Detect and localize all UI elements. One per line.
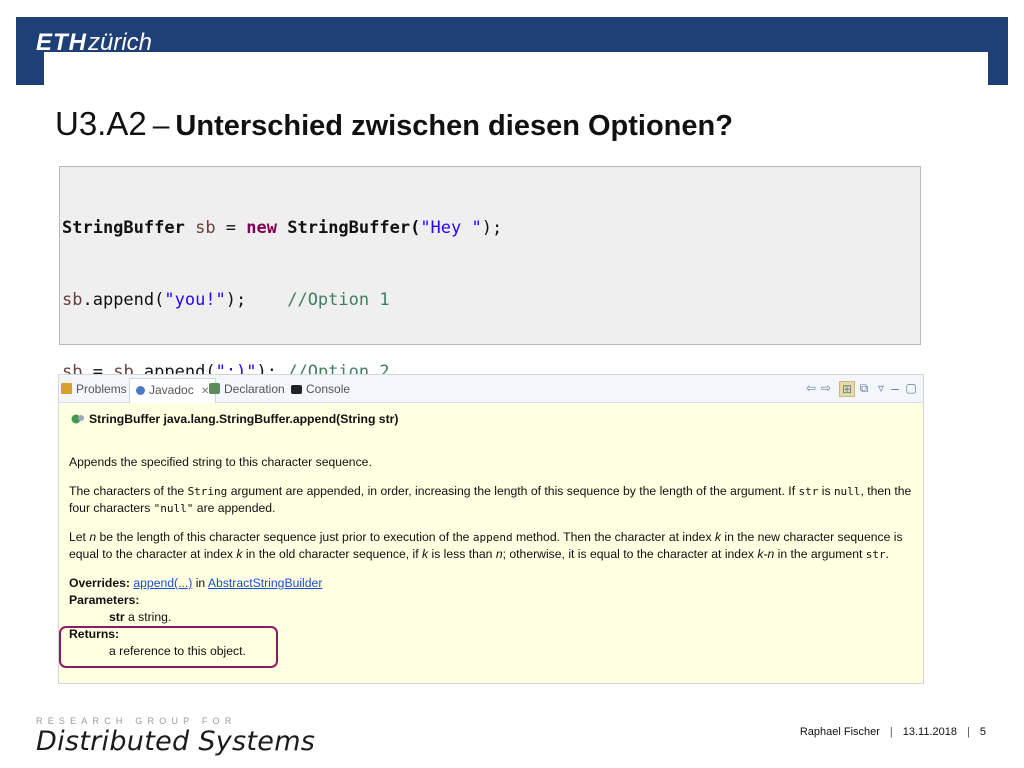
maximize-icon[interactable]: ▢	[904, 381, 918, 395]
header-notch	[44, 52, 988, 85]
forward-icon[interactable]: ⇨	[819, 381, 833, 395]
tab-problems-label: Problems	[76, 382, 127, 396]
console-icon	[291, 385, 302, 394]
javadoc-paragraph-2: Let n be the length of this character se…	[69, 530, 903, 561]
overrides-method-link[interactable]: append(...)	[133, 576, 192, 590]
overrides-label: Overrides:	[69, 576, 130, 590]
tab-declaration-label: Declaration	[224, 382, 285, 396]
slide-title: U3.A2– Unterschied zwischen diesen Option…	[55, 104, 733, 146]
logo-zurich: zürich	[88, 29, 153, 56]
tab-javadoc-label: Javadoc	[149, 383, 194, 397]
eth-logo: ETHzürich	[36, 29, 152, 57]
tab-console[interactable]: Console	[291, 380, 350, 398]
overrides-class-link[interactable]: AbstractStringBuilder	[208, 576, 322, 590]
open-attached-javadoc-icon[interactable]: ⊞	[839, 381, 855, 397]
declaration-icon	[209, 383, 220, 394]
parameter-row: str a string.	[109, 610, 172, 624]
method-signature-row: StringBuffer java.lang.StringBuffer.appe…	[69, 411, 914, 428]
javadoc-paragraph-1: The characters of the String argument ar…	[69, 484, 912, 515]
footer-author: Raphael Fischer	[799, 726, 880, 738]
tab-declaration[interactable]: Declaration	[209, 380, 285, 398]
returns-highlight-box	[59, 626, 278, 668]
problems-icon	[61, 383, 72, 394]
method-signature: StringBuffer java.lang.StringBuffer.appe…	[89, 412, 399, 426]
view-tab-bar: Problems Javadoc ✕ Declaration Console ⇦…	[59, 375, 923, 403]
logo-eth: ETH	[36, 29, 87, 56]
javadoc-summary: Appends the specified string to this cha…	[69, 455, 372, 469]
tab-problems[interactable]: Problems	[61, 380, 127, 398]
overrides-row: Overrides: append(...) in AbstractString…	[69, 575, 914, 592]
title-code: U3.A2	[55, 105, 147, 142]
view-menu-icon[interactable]: ▿	[874, 381, 888, 395]
open-input-icon[interactable]: ⧉	[857, 381, 871, 395]
tab-console-label: Console	[306, 382, 351, 396]
title-dash: –	[152, 109, 170, 142]
javadoc-icon	[136, 386, 145, 395]
footer-meta: Raphael Fischer | 13.11.2018 | 5	[800, 726, 986, 738]
minimize-icon[interactable]: –	[888, 381, 902, 395]
footer-brand: RESEARCH GROUP FOR Distributed Systems	[36, 716, 315, 757]
parameters-label: Parameters:	[69, 593, 140, 607]
code-box: StringBuffer sb = new StringBuffer("Hey …	[59, 166, 921, 598]
footer-date: 13.11.2018	[902, 726, 958, 738]
method-icon	[71, 413, 85, 425]
footer-brand-big: Distributed Systems	[36, 726, 316, 757]
footer-separator: |	[889, 726, 893, 738]
overrides-in: in	[192, 576, 208, 590]
title-text: Unterschied zwischen diesen Optionen?	[175, 110, 733, 142]
footer-page-number: 5	[979, 726, 986, 738]
footer-separator: |	[967, 726, 970, 738]
javadoc-content: StringBuffer java.lang.StringBuffer.appe…	[69, 411, 914, 660]
code-line-1: StringBuffer sb = new StringBuffer("Hey …	[62, 218, 503, 238]
tab-javadoc[interactable]: Javadoc ✕	[129, 378, 217, 403]
code-line-2: sb.append("you!"); //Option 1	[62, 290, 390, 310]
back-icon[interactable]: ⇦	[804, 381, 818, 395]
